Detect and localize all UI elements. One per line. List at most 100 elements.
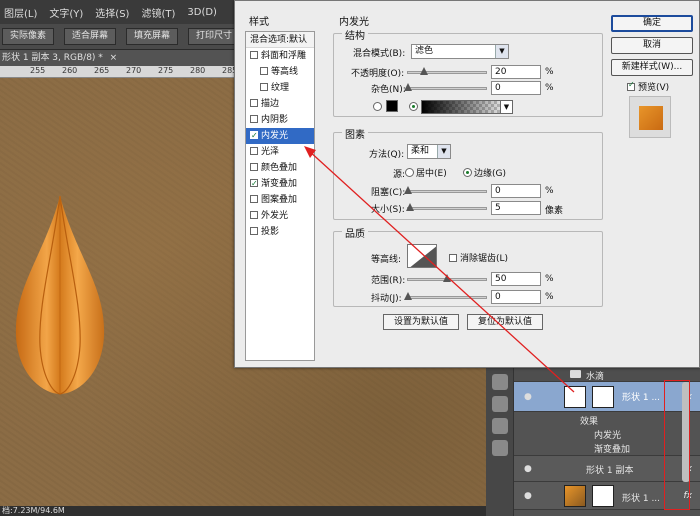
style-item-1[interactable]: 斜面和浮雕 — [246, 48, 314, 64]
gradient-radio[interactable] — [409, 102, 418, 111]
style-checkbox[interactable] — [250, 51, 258, 59]
print-size-button[interactable]: 打印尺寸 — [188, 28, 241, 45]
style-item-label: 纹理 — [271, 83, 290, 93]
size-slider-knob[interactable] — [405, 203, 414, 211]
style-checkbox[interactable] — [260, 83, 268, 91]
style-checkbox[interactable] — [250, 163, 258, 171]
color-radio[interactable] — [373, 102, 382, 111]
technique-select[interactable]: 柔和 ▼ — [407, 144, 451, 159]
size-slider[interactable] — [405, 203, 487, 211]
new-style-button[interactable]: 新建样式(W)... — [611, 59, 693, 76]
style-item-label: 颜色叠加 — [261, 163, 298, 173]
noise-label: 杂色(N): — [371, 85, 406, 95]
horizontal-ruler: 255 260 265 270 275 280 285 — [0, 66, 240, 78]
jitter-input[interactable]: 0 — [491, 290, 541, 304]
opacity-slider-knob[interactable] — [419, 67, 428, 75]
style-item-label: 内阴影 — [261, 115, 289, 125]
style-checkbox[interactable] — [250, 115, 258, 123]
choke-input[interactable]: 0 — [491, 184, 541, 198]
choke-unit: % — [545, 186, 554, 196]
range-slider-knob[interactable] — [443, 274, 451, 282]
document-tab[interactable]: 形状 1 副本 3, RGB/8) * × — [0, 50, 240, 66]
effect-gradient-overlay[interactable]: 渐变叠加 — [594, 442, 630, 455]
menu-layer[interactable]: 图层(L) — [4, 5, 37, 20]
glow-color-swatch[interactable] — [386, 100, 398, 112]
actual-pixels-button[interactable]: 实际像素 — [2, 28, 55, 45]
style-preview — [629, 96, 671, 138]
style-checkbox[interactable] — [260, 67, 268, 75]
opacity-slider[interactable] — [407, 67, 487, 75]
choke-label: 阻塞(C): — [371, 188, 406, 198]
anti-alias-checkbox[interactable] — [449, 254, 457, 262]
opacity-input[interactable]: 20 — [491, 65, 541, 79]
source-center-radio[interactable] — [405, 168, 414, 177]
style-checkbox[interactable] — [250, 227, 258, 235]
style-item-4[interactable]: 描边 — [246, 96, 314, 112]
style-checkbox[interactable] — [250, 195, 258, 203]
reset-default-button[interactable]: 复位为默认值 — [467, 314, 543, 330]
anti-alias-option[interactable]: 消除锯齿(L) — [449, 251, 508, 264]
style-item-12[interactable]: 投影 — [246, 224, 314, 240]
choke-slider-knob[interactable] — [404, 186, 412, 194]
make-default-button[interactable]: 设置为默认值 — [383, 314, 459, 330]
source-center-label: 居中(E) — [416, 169, 447, 179]
range-slider[interactable] — [407, 274, 487, 282]
jitter-slider[interactable] — [404, 292, 487, 300]
style-item-8[interactable]: 颜色叠加 — [246, 160, 314, 176]
jitter-unit: % — [545, 292, 554, 302]
preview-option[interactable]: 预览(V) — [627, 80, 669, 93]
menu-type[interactable]: 文字(Y) — [49, 5, 83, 20]
source-edge-radio[interactable] — [463, 168, 472, 177]
jitter-slider-knob[interactable] — [404, 292, 412, 300]
style-item-0[interactable]: 混合选项:默认 — [246, 32, 314, 48]
doc-size-status: 档:7.23M/94.6M — [2, 506, 65, 515]
menu-filter[interactable]: 滤镜(T) — [141, 5, 175, 20]
tool-icon[interactable] — [492, 396, 508, 412]
style-checkbox[interactable] — [250, 211, 258, 219]
fit-screen-button[interactable]: 适合屏幕 — [64, 28, 117, 45]
tool-icon[interactable] — [492, 418, 508, 434]
style-checkbox[interactable] — [250, 128, 258, 144]
eye-icon[interactable]: ● — [524, 392, 532, 402]
blend-mode-select[interactable]: 滤色 ▼ — [411, 44, 509, 59]
style-item-5[interactable]: 内阴影 — [246, 112, 314, 128]
style-item-3[interactable]: 纹理 — [246, 80, 314, 96]
style-checkbox[interactable] — [250, 147, 258, 155]
menu-select[interactable]: 选择(S) — [95, 5, 129, 20]
fill-screen-button[interactable]: 填充屏幕 — [126, 28, 179, 45]
eye-icon[interactable]: ● — [524, 491, 532, 501]
noise-slider-knob[interactable] — [404, 83, 412, 91]
styles-list: 混合选项:默认斜面和浮雕等高线纹理描边内阴影内发光光泽颜色叠加渐变叠加图案叠加外… — [245, 31, 315, 361]
size-input[interactable]: 5 — [491, 201, 541, 215]
gradient-picker[interactable]: ▼ — [421, 100, 513, 114]
style-checkbox[interactable] — [250, 176, 258, 192]
status-bar: 档:7.23M/94.6M — [0, 506, 486, 516]
menu-3d[interactable]: 3D(D) — [187, 7, 217, 18]
eye-icon[interactable]: ● — [524, 464, 532, 474]
source-edge-option[interactable]: 边缘(G) — [463, 166, 506, 179]
range-input[interactable]: 50 — [491, 272, 541, 286]
style-item-6[interactable]: 内发光 — [246, 128, 314, 144]
style-item-10[interactable]: 图案叠加 — [246, 192, 314, 208]
source-center-option[interactable]: 居中(E) — [405, 166, 447, 179]
tool-icon[interactable] — [492, 440, 508, 456]
size-unit: 像素 — [545, 206, 564, 216]
contour-picker[interactable] — [407, 244, 437, 268]
layer-thumbnail — [564, 485, 586, 507]
style-item-9[interactable]: 渐变叠加 — [246, 176, 314, 192]
ruler-mark: 260 — [62, 66, 78, 75]
ok-button[interactable]: 确定 — [611, 15, 693, 32]
tool-icon[interactable] — [492, 374, 508, 390]
effect-inner-glow[interactable]: 内发光 — [594, 428, 621, 441]
style-item-7[interactable]: 光泽 — [246, 144, 314, 160]
preview-checkbox[interactable] — [627, 80, 635, 91]
close-icon[interactable]: × — [110, 53, 118, 63]
noise-slider[interactable] — [404, 83, 487, 91]
style-checkbox[interactable] — [250, 99, 258, 107]
style-item-11[interactable]: 外发光 — [246, 208, 314, 224]
style-item-2[interactable]: 等高线 — [246, 64, 314, 80]
choke-slider[interactable] — [404, 186, 487, 194]
noise-input[interactable]: 0 — [491, 81, 541, 95]
cancel-button[interactable]: 取消 — [611, 37, 693, 54]
annotation-highlight-box — [664, 380, 690, 510]
